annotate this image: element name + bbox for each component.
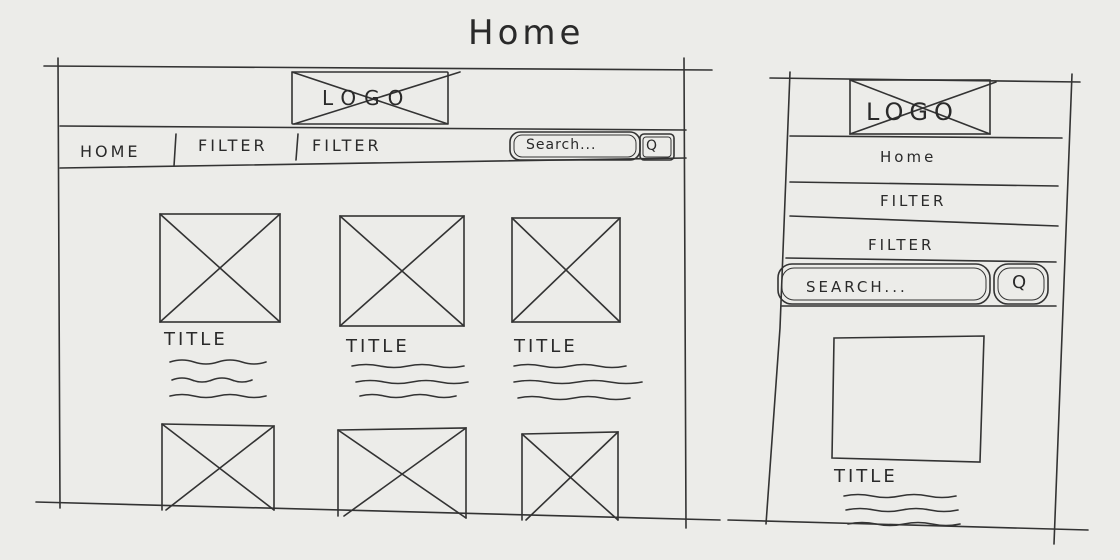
mobile-menu-filter-1[interactable]: FILTER: [880, 194, 946, 209]
desktop-card-image-2: [339, 215, 465, 327]
desktop-card-text-lines-2: [351, 363, 469, 399]
mobile-menu-home[interactable]: Home: [880, 150, 936, 165]
desktop-card-text-lines-1: [169, 359, 267, 399]
mobile-search-input[interactable]: SEARCH...: [806, 280, 908, 295]
desktop-card-title-3: TITLE: [514, 336, 578, 357]
desktop-card-image-1: [159, 213, 281, 323]
wireframe-sketch: Home LOGO HOME FILTER FILTER Search... Q…: [0, 0, 1120, 560]
mobile-frame: [727, 71, 1089, 545]
mobile-logo: LOGO: [866, 98, 959, 126]
desktop-card-title-2: TITLE: [346, 336, 410, 357]
page-title: Home: [468, 13, 585, 53]
sketch-lines: [35, 57, 1089, 545]
desktop-card-image-6: [521, 431, 619, 521]
desktop-logo: LOGO: [322, 86, 412, 110]
desktop-card-image-4: [161, 423, 275, 511]
mobile-card-title: TITLE: [834, 466, 898, 487]
desktop-card-title-1: TITLE: [164, 329, 228, 350]
desktop-nav-filter-1[interactable]: FILTER: [198, 138, 268, 154]
desktop-card-text-lines-3: [513, 363, 643, 401]
desktop-nav-home[interactable]: HOME: [80, 144, 141, 160]
mobile-card-text-lines: [843, 493, 961, 527]
mobile-search-icon[interactable]: Q: [1012, 274, 1026, 292]
desktop-search-icon[interactable]: Q: [646, 139, 657, 153]
mobile-card-image: [831, 335, 985, 463]
mobile-menu-filter-2[interactable]: FILTER: [868, 238, 934, 253]
desktop-card-image-5: [337, 427, 467, 519]
desktop-card-image-3: [511, 217, 621, 323]
desktop-search-input[interactable]: Search...: [526, 138, 596, 152]
desktop-nav-filter-2[interactable]: FILTER: [312, 138, 382, 154]
